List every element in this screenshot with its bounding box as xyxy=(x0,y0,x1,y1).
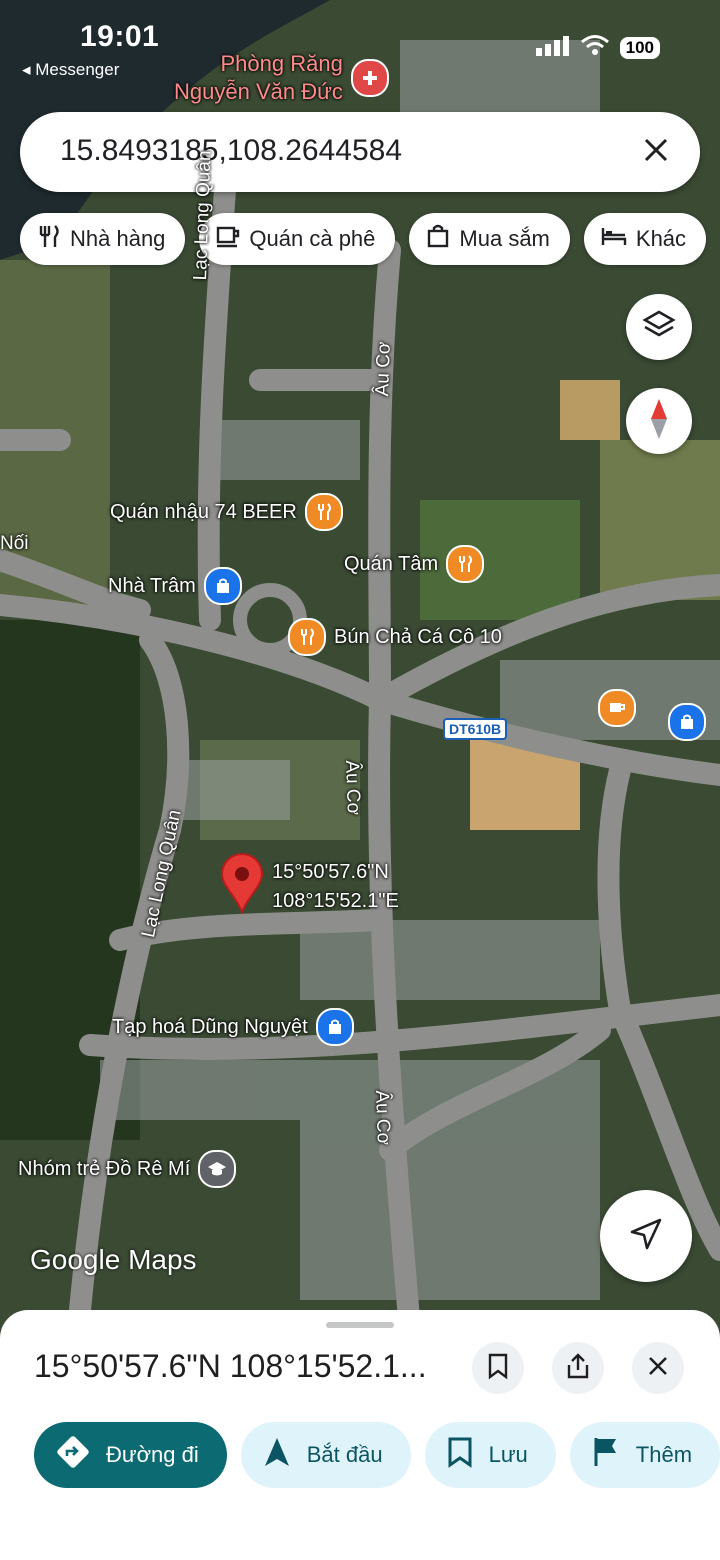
route-shield: DT610B xyxy=(443,718,508,740)
restaurant-icon xyxy=(288,618,326,656)
save-bookmark-button[interactable] xyxy=(472,1342,524,1394)
action-buttons: Đường đi Bắt đầu Lưu Thêm xyxy=(34,1422,720,1488)
road-label-au-co: Âu Cơ xyxy=(371,1090,394,1146)
shopping-bag-icon xyxy=(425,223,451,255)
action-label: Thêm xyxy=(635,1442,693,1467)
shopping-bag-icon xyxy=(315,1008,354,1046)
map-view[interactable]: 19:01 ◂ Messenger 100 15.8493185,108.264… xyxy=(0,0,720,1330)
directions-button[interactable]: Đường đi xyxy=(34,1422,227,1488)
poi-grocery[interactable]: Tạp hoá Dũng Nguyệt xyxy=(112,1008,354,1046)
more-button[interactable]: Thêm xyxy=(569,1422,720,1488)
clock: 19:01 xyxy=(80,20,160,53)
chip-coffee[interactable]: Quán cà phê xyxy=(199,213,396,265)
poi-nha-tram[interactable]: Nhà Trâm xyxy=(108,567,242,605)
close-icon xyxy=(646,1354,670,1383)
google-maps-logo: Google Maps xyxy=(30,1244,197,1275)
restaurant-icon xyxy=(36,223,62,255)
navigation-arrow-icon xyxy=(629,1217,663,1256)
place-bottom-sheet[interactable]: 15°50'57.6"N 108°15'52.1... Đường đi Bắt… xyxy=(0,1310,720,1560)
poi-label: Phòng Răng Nguyễn Văn Đức xyxy=(174,51,343,104)
chip-label: Mua sắm xyxy=(459,226,550,251)
poi-label: Nhóm trẻ Đồ Rê Mí xyxy=(18,1157,191,1180)
poi-label: Quán nhậu 74 BEER xyxy=(110,500,297,523)
poi-label: Quán Tâm xyxy=(344,552,439,575)
battery-indicator: 100 xyxy=(619,36,660,59)
flag-icon xyxy=(592,1436,620,1474)
layers-button[interactable] xyxy=(626,294,692,360)
signal-icon xyxy=(535,34,570,61)
chip-label: Nhà hàng xyxy=(70,226,166,251)
category-chips: Nhà hàng Quán cà phê Mua sắm Khác xyxy=(20,213,707,265)
layers-icon xyxy=(642,308,676,347)
chip-restaurants[interactable]: Nhà hàng xyxy=(20,213,186,265)
pin-latitude: 15°50'57.6"N xyxy=(272,861,389,883)
coffee-icon xyxy=(598,689,636,727)
sheet-drag-handle[interactable] xyxy=(326,1322,394,1328)
compass-icon xyxy=(649,397,669,446)
share-button[interactable] xyxy=(552,1342,604,1394)
system-icons: 100 xyxy=(535,34,660,61)
pin-coordinates-label: 15°50'57.6"N 108°15'52.1"E xyxy=(272,858,399,916)
poi-bun-cha-ca[interactable]: Bún Chả Cá Cô 10 xyxy=(288,618,502,656)
back-app-label: Messenger xyxy=(35,60,120,79)
action-label: Bắt đầu xyxy=(306,1442,383,1467)
poi-quan-tam[interactable]: Quán Tâm xyxy=(344,545,485,583)
action-label: Lưu xyxy=(488,1442,528,1467)
road-label-au-co: Âu Cơ xyxy=(372,341,395,397)
pin-longitude: 108°15'52.1"E xyxy=(272,890,399,912)
hotel-icon xyxy=(600,223,628,255)
restaurant-icon xyxy=(304,493,343,531)
close-sheet-button[interactable] xyxy=(632,1342,684,1394)
directions-icon xyxy=(56,1435,90,1475)
share-icon xyxy=(565,1352,591,1385)
chip-shopping[interactable]: Mua sắm xyxy=(409,213,570,265)
clear-search-icon[interactable] xyxy=(638,132,674,168)
compass-button[interactable] xyxy=(626,388,692,454)
medical-icon xyxy=(350,59,389,97)
restaurant-icon xyxy=(446,545,485,583)
road-label-noi: Nối xyxy=(0,533,29,554)
poi-dentist[interactable]: Phòng Răng Nguyễn Văn Đức xyxy=(174,50,389,106)
bookmark-icon xyxy=(447,1436,473,1474)
wifi-icon xyxy=(580,34,610,61)
poi-label: Tạp hoá Dũng Nguyệt xyxy=(112,1015,308,1038)
poi-beer[interactable]: Quán nhậu 74 BEER xyxy=(110,493,343,531)
chip-label: Quán cà phê xyxy=(249,226,376,251)
navigation-arrow-icon xyxy=(263,1436,291,1474)
start-button[interactable]: Bắt đầu xyxy=(240,1422,411,1488)
shopping-bag-icon xyxy=(668,703,706,741)
bookmark-icon xyxy=(486,1352,510,1385)
chip-more[interactable]: Khác xyxy=(583,213,707,265)
poi-label: Nhà Trâm xyxy=(108,574,196,597)
back-to-app-link[interactable]: ◂ Messenger xyxy=(22,60,119,80)
road-label-lac-long-quan: Lạc Long Quân xyxy=(190,150,216,281)
satellite-imagery xyxy=(0,0,720,1330)
action-label: Đường đi xyxy=(106,1442,199,1467)
place-title: 15°50'57.6"N 108°15'52.1... xyxy=(34,1348,427,1384)
save-button[interactable]: Lưu xyxy=(424,1422,556,1488)
shopping-bag-icon xyxy=(203,567,242,605)
search-bar[interactable]: 15.8493185,108.2644584 xyxy=(20,112,700,192)
road-label-au-co: Âu Cơ xyxy=(341,760,364,816)
poi-shop[interactable] xyxy=(668,703,706,741)
chip-label: Khác xyxy=(635,226,687,251)
coffee-icon xyxy=(215,223,241,255)
my-location-button[interactable] xyxy=(600,1190,692,1282)
poi-cafe[interactable] xyxy=(598,689,636,727)
dropped-pin-icon[interactable] xyxy=(220,852,264,919)
poi-label: Bún Chả Cá Cô 10 xyxy=(334,625,502,648)
search-query[interactable]: 15.8493185,108.2644584 xyxy=(60,134,402,168)
school-icon xyxy=(198,1150,237,1188)
poi-school[interactable]: Nhóm trẻ Đồ Rê Mí xyxy=(18,1150,237,1188)
